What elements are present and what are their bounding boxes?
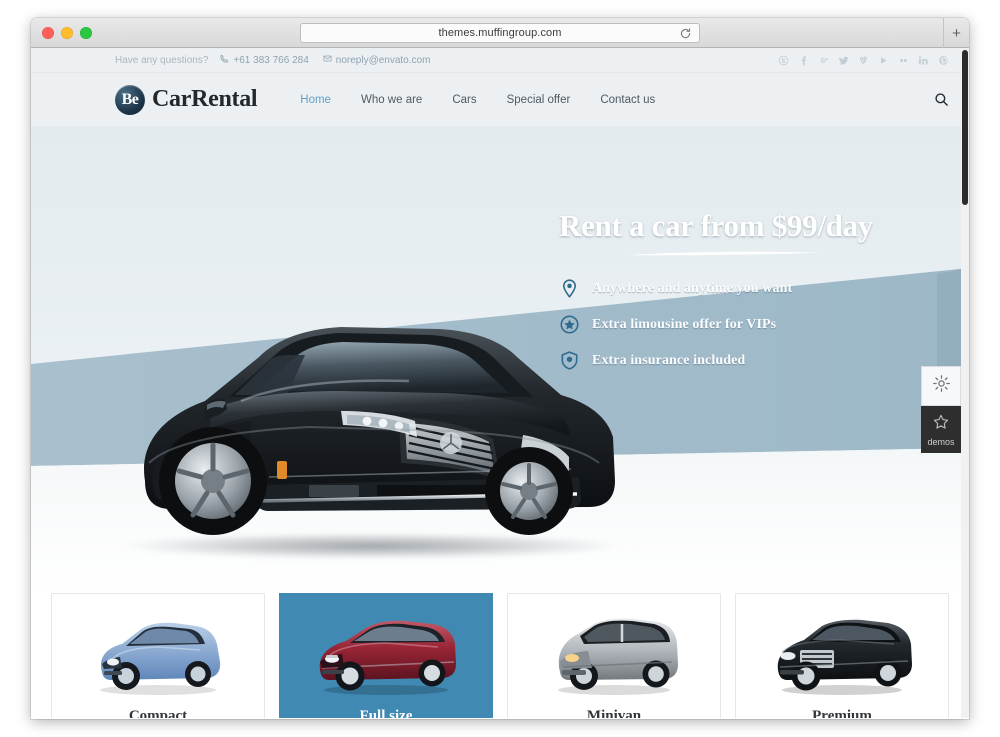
car-card-full-size[interactable]: Full size (279, 593, 493, 718)
car-card-premium[interactable]: Premium (735, 593, 949, 718)
google-plus-icon[interactable] (818, 54, 829, 66)
nav-item-special-offer[interactable]: Special offer (492, 88, 586, 112)
close-window-button[interactable] (42, 27, 54, 39)
facebook-icon[interactable] (798, 54, 809, 66)
page-viewport: Have any questions? +61 383 766 284 nore… (31, 48, 969, 718)
star-badge-icon (559, 314, 580, 335)
gear-icon (932, 374, 951, 398)
settings-gear-button[interactable] (921, 366, 961, 406)
hero-content: Rent a car from $99/day Anywhere and any… (559, 208, 919, 386)
car-card-label-premium: Premium (812, 708, 872, 718)
car-thumb-minivan (558, 618, 678, 695)
hero-section: Rent a car from $99/day Anywhere and any… (31, 126, 969, 593)
address-bar[interactable]: themes.muffingroup.com (300, 23, 700, 43)
browser-titlebar: themes.muffingroup.com + (31, 18, 969, 48)
feature-item-insurance: Extra insurance included (559, 350, 919, 371)
logo-text: CarRental (152, 86, 258, 112)
title-underline (629, 251, 821, 256)
reload-icon[interactable] (679, 27, 692, 40)
email-address: noreply@envato.com (335, 54, 431, 66)
feature-text-anywhere: Anywhere and anytime you want (592, 280, 793, 296)
car-cards-strip: Compact Full size Minivan Premium (31, 593, 969, 718)
scrollbar-thumb[interactable] (962, 50, 968, 205)
url-text: themes.muffingroup.com (438, 27, 562, 39)
nav-item-who-we-are[interactable]: Who we are (346, 88, 437, 112)
browser-window: themes.muffingroup.com + Have any questi… (31, 18, 969, 719)
car-thumb-full-size (319, 620, 456, 695)
feature-text-insurance: Extra insurance included (592, 352, 746, 368)
linkedin-icon[interactable] (918, 54, 929, 66)
feature-item-limousine: Extra limousine offer for VIPs (559, 314, 919, 335)
phone-number: +61 383 766 284 (233, 54, 309, 66)
demo-widget: demos (921, 366, 961, 453)
map-pin-icon (559, 278, 580, 299)
feature-item-anywhere: Anywhere and anytime you want (559, 278, 919, 299)
rear-wheel (159, 427, 267, 535)
demos-label: demos (927, 436, 955, 447)
top-bar: Have any questions? +61 383 766 284 nore… (31, 48, 969, 73)
nav-item-home[interactable]: Home (285, 88, 346, 112)
vimeo-icon[interactable] (858, 54, 869, 66)
nav-item-contact-us[interactable]: Contact us (585, 88, 670, 112)
new-tab-button[interactable]: + (943, 18, 969, 48)
social-links (778, 54, 949, 66)
window-controls (42, 27, 92, 39)
car-card-label-compact: Compact (128, 708, 188, 718)
front-wheel (485, 447, 573, 535)
primary-navigation: Home Who we are Cars Special offer Conta… (285, 88, 670, 112)
youtube-icon[interactable] (878, 54, 889, 66)
car-card-label-full-size: Full size (359, 708, 413, 718)
car-thumb-premium (777, 619, 912, 695)
maximize-window-button[interactable] (80, 27, 92, 39)
search-icon[interactable] (934, 92, 949, 107)
site-header: Have any questions? +61 383 766 284 nore… (31, 48, 969, 126)
main-navbar: Be CarRental Home Who we are Cars Specia… (31, 73, 969, 126)
hero-title: Rent a car from $99/day (559, 208, 873, 243)
email-contact[interactable]: noreply@envato.com (323, 54, 431, 66)
hero-feature-list: Anywhere and anytime you want Extra limo… (559, 278, 919, 371)
envelope-icon (323, 54, 332, 66)
minimize-window-button[interactable] (61, 27, 73, 39)
shield-icon (559, 350, 580, 371)
phone-contact[interactable]: +61 383 766 284 (220, 54, 309, 66)
phone-icon (220, 54, 229, 66)
hero-car-image (144, 327, 615, 535)
flickr-icon[interactable] (898, 54, 909, 66)
twitter-icon[interactable] (838, 54, 849, 66)
car-card-compact[interactable]: Compact (51, 593, 265, 718)
demos-button[interactable]: demos (921, 406, 961, 453)
topbar-question: Have any questions? (115, 54, 209, 66)
logo-mark: Be (115, 84, 145, 115)
car-card-label-minivan: Minivan (586, 708, 642, 718)
car-card-minivan[interactable]: Minivan (507, 593, 721, 718)
pinterest-icon[interactable] (938, 54, 949, 66)
feature-text-limousine: Extra limousine offer for VIPs (592, 316, 777, 332)
nav-item-cars[interactable]: Cars (437, 88, 491, 112)
car-thumb-compact (100, 622, 221, 695)
skype-icon[interactable] (778, 54, 789, 66)
star-icon (932, 413, 950, 436)
site-logo[interactable]: Be CarRental (115, 84, 258, 115)
